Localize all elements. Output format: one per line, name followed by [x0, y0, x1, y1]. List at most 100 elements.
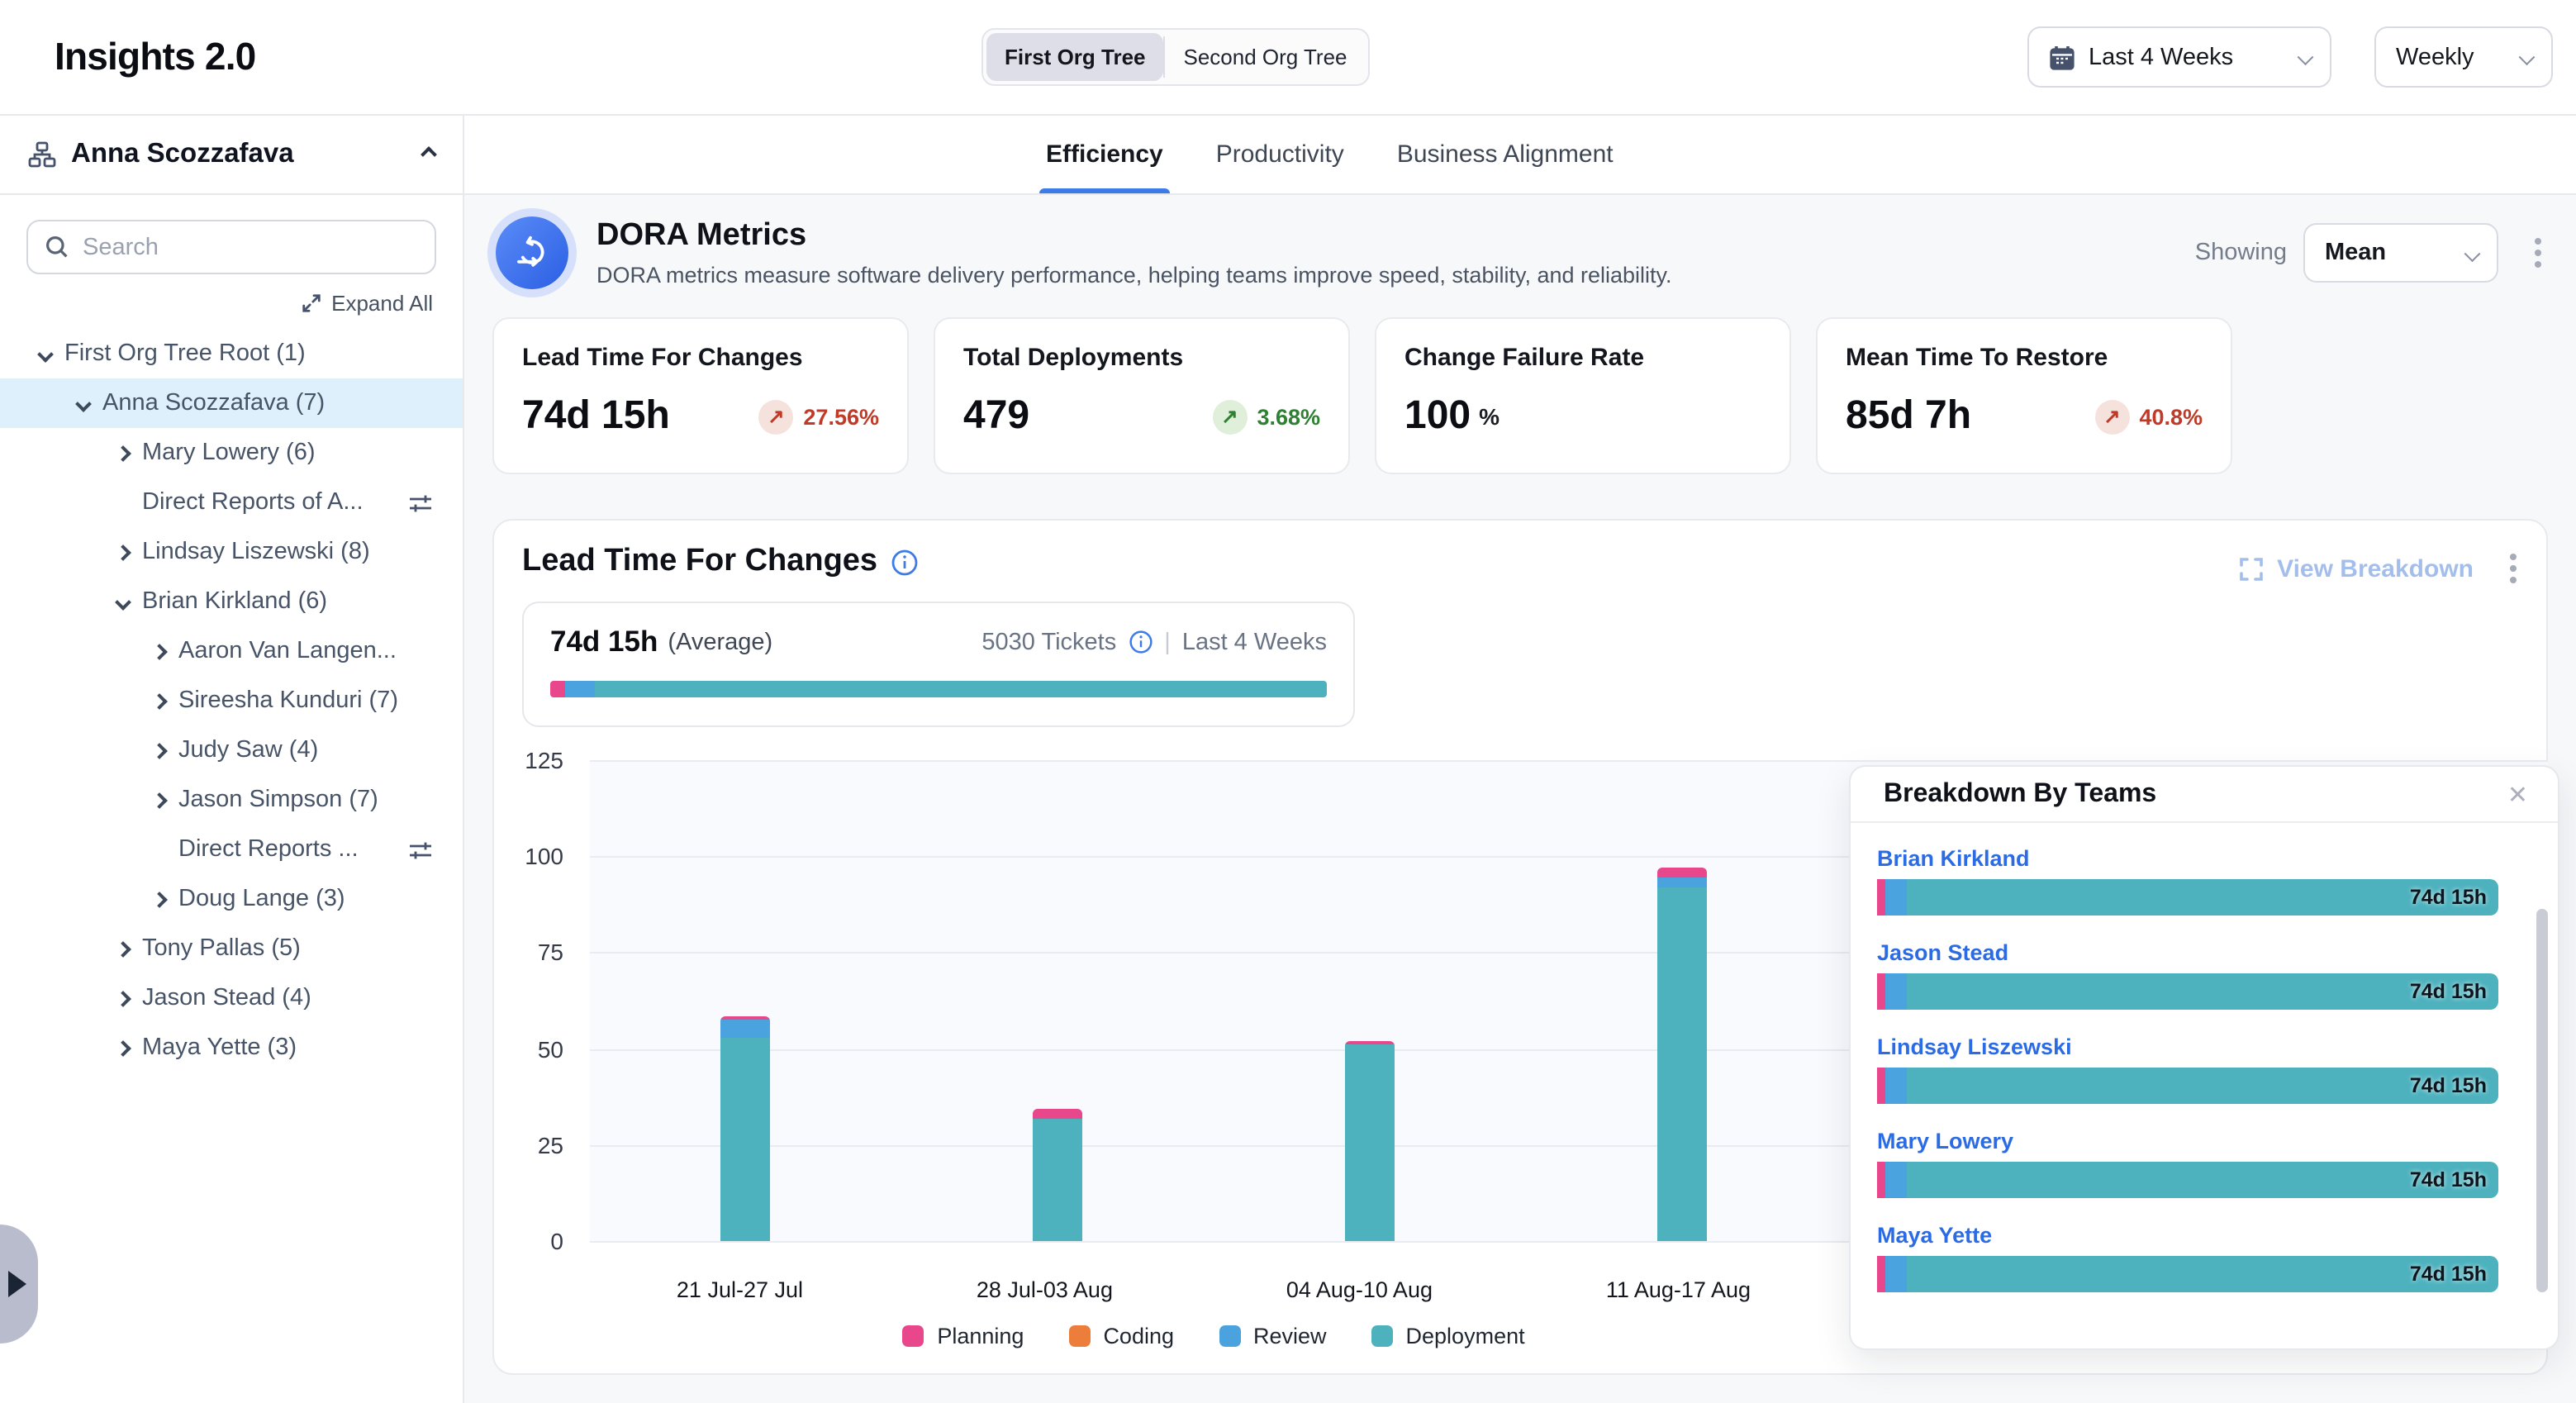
phase-segment-review	[1885, 879, 1907, 916]
org-tree: First Org Tree Root (1) Anna Scozzafava …	[0, 329, 463, 1072]
chevron-down-icon	[2464, 245, 2479, 260]
view-breakdown-button[interactable]: View Breakdown	[2239, 554, 2474, 583]
chevron-right-icon	[115, 940, 131, 957]
team-row: Jason Stead 74d 15h	[1877, 940, 2498, 1010]
filters-icon[interactable]	[408, 837, 433, 862]
metric-card-lead-time: Lead Time For Changes 74d 15h ↗27.56%	[492, 317, 909, 474]
bar-segment-deployment	[721, 1037, 771, 1241]
legend-coding[interactable]: Coding	[1068, 1324, 1174, 1348]
tree-item-lindsay-liszewski[interactable]: Lindsay Liszewski (8)	[0, 527, 463, 577]
bar-segment-review	[1656, 878, 1706, 887]
chevron-right-icon	[151, 643, 168, 659]
chevron-right-icon	[151, 891, 168, 907]
info-icon[interactable]	[1128, 630, 1153, 654]
legend-deployment[interactable]: Deployment	[1371, 1324, 1525, 1348]
tickets-count: 5030 Tickets	[981, 629, 1116, 655]
section-menu-kebab-icon[interactable]	[2503, 547, 2523, 590]
average-phase-bar	[550, 681, 1327, 697]
tree-item-doug-lange[interactable]: Doug Lange (3)	[0, 874, 463, 924]
tree-item-jason-stead[interactable]: Jason Stead (4)	[0, 973, 463, 1023]
filters-icon[interactable]	[408, 490, 433, 515]
tree-item-aaron-van-langen[interactable]: Aaron Van Langen...	[0, 626, 463, 676]
tree-item-first-org-tree-root[interactable]: First Org Tree Root (1)	[0, 329, 463, 378]
team-row: Lindsay Liszewski 74d 15h	[1877, 1034, 2498, 1104]
org-chart-icon	[28, 140, 56, 169]
bar-segment-planning	[1033, 1108, 1082, 1118]
bar-segment-planning	[1656, 868, 1706, 878]
aggregation-value: Mean	[2325, 240, 2386, 266]
team-link[interactable]: Mary Lowery	[1877, 1129, 2498, 1153]
chart-bar	[1656, 868, 1706, 1241]
chevron-down-icon	[2297, 50, 2312, 64]
bar-segment-review	[721, 1020, 771, 1037]
tree-item-anna-scozzafava[interactable]: Anna Scozzafava (7)	[0, 378, 463, 428]
tree-item-tony-pallas[interactable]: Tony Pallas (5)	[0, 924, 463, 973]
org-sidebar: Anna Scozzafava Expand All	[0, 116, 464, 1403]
tree-item-sireesha-kunduri[interactable]: Sireesha Kunduri (7)	[0, 676, 463, 725]
granularity-select[interactable]: Weekly	[2374, 26, 2553, 88]
tree-item-brian-kirkland[interactable]: Brian Kirkland (6)	[0, 577, 463, 626]
metric-card-mean-time-to-restore: Mean Time To Restore 85d 7h ↗40.8%	[1816, 317, 2232, 474]
team-link[interactable]: Maya Yette	[1877, 1223, 2498, 1248]
metric-card-total-deployments: Total Deployments 479 ↗3.68%	[934, 317, 1350, 474]
team-link[interactable]: Brian Kirkland	[1877, 846, 2498, 871]
dora-text: DORA Metrics DORA metrics measure softwa…	[596, 218, 1672, 288]
phase-segment-planning	[550, 681, 565, 697]
tab-productivity[interactable]: Productivity	[1216, 116, 1344, 193]
x-tick: 21 Jul-27 Jul	[677, 1277, 803, 1302]
trend-badge: ↗40.8%	[2094, 399, 2203, 434]
aggregation-select[interactable]: Mean	[2303, 223, 2498, 283]
search-input[interactable]	[83, 234, 380, 260]
date-range-select[interactable]: Last 4 Weeks	[2027, 26, 2331, 88]
chevron-right-icon	[151, 792, 168, 808]
date-range-value: Last 4 Weeks	[2089, 44, 2233, 70]
team-link[interactable]: Jason Stead	[1877, 940, 2498, 965]
tab-efficiency[interactable]: Efficiency	[1046, 116, 1163, 193]
bar-segment-deployment	[1033, 1118, 1082, 1241]
info-icon[interactable]	[891, 548, 919, 576]
team-link[interactable]: Lindsay Liszewski	[1877, 1034, 2498, 1059]
trend-badge: ↗27.56%	[758, 399, 879, 434]
phase-segment-review	[565, 681, 595, 697]
chevron-down-icon	[115, 593, 131, 610]
toggle-second-org-tree[interactable]: Second Org Tree	[1166, 33, 1366, 81]
collapse-chevron-up-icon[interactable]	[421, 146, 437, 163]
chevron-right-icon	[115, 445, 131, 461]
breakdown-by-teams-panel: Breakdown By Teams ✕ Brian Kirkland 74d …	[1849, 765, 2559, 1350]
tree-item-judy-saw[interactable]: Judy Saw (4)	[0, 725, 463, 775]
legend-planning[interactable]: Planning	[902, 1324, 1024, 1348]
chevron-right-icon	[115, 1039, 131, 1056]
dora-menu-kebab-icon[interactable]	[2528, 231, 2548, 274]
chart-bars	[590, 760, 1837, 1241]
chevron-right-icon	[115, 544, 131, 560]
x-tick: 11 Aug-17 Aug	[1606, 1277, 1751, 1302]
expand-all-button[interactable]: Expand All	[0, 291, 433, 316]
close-icon[interactable]: ✕	[2501, 776, 2535, 812]
tree-item-jason-simpson[interactable]: Jason Simpson (7)	[0, 775, 463, 825]
chart-bar	[1345, 1040, 1395, 1241]
chevron-down-icon	[75, 395, 92, 411]
team-phase-bar: 74d 15h	[1877, 1162, 2498, 1198]
trend-up-arrow-icon: ↗	[2094, 399, 2129, 434]
legend-review[interactable]: Review	[1219, 1324, 1327, 1348]
trend-up-arrow-icon: ↗	[1212, 399, 1247, 434]
tree-item-direct-reports-anna[interactable]: Direct Reports of A...	[0, 478, 463, 527]
panel-scrollbar-thumb[interactable]	[2536, 909, 2548, 1292]
granularity-value: Weekly	[2396, 44, 2474, 70]
sidebar-user-name: Anna Scozzafava	[71, 139, 294, 170]
org-tree-toggle: First Org Tree Second Org Tree	[981, 28, 1371, 86]
tab-business-alignment[interactable]: Business Alignment	[1397, 116, 1614, 193]
phase-segment-planning	[1877, 879, 1885, 916]
x-tick: 28 Jul-03 Aug	[977, 1277, 1113, 1302]
section-title: Lead Time For Changes	[522, 544, 919, 580]
chevron-right-icon	[151, 742, 168, 759]
tree-item-maya-yette[interactable]: Maya Yette (3)	[0, 1023, 463, 1072]
chart-bar	[1033, 1108, 1082, 1241]
tree-item-mary-lowery[interactable]: Mary Lowery (6)	[0, 428, 463, 478]
metric-value: 74d 15h	[522, 393, 670, 440]
tree-item-direct-reports-brian[interactable]: Direct Reports ...	[0, 825, 463, 874]
team-phase-bar: 74d 15h	[1877, 973, 2498, 1010]
phase-segment-planning	[1877, 1256, 1885, 1292]
toggle-first-org-tree[interactable]: First Org Tree	[986, 33, 1164, 81]
phase-segment-review	[1885, 973, 1907, 1010]
